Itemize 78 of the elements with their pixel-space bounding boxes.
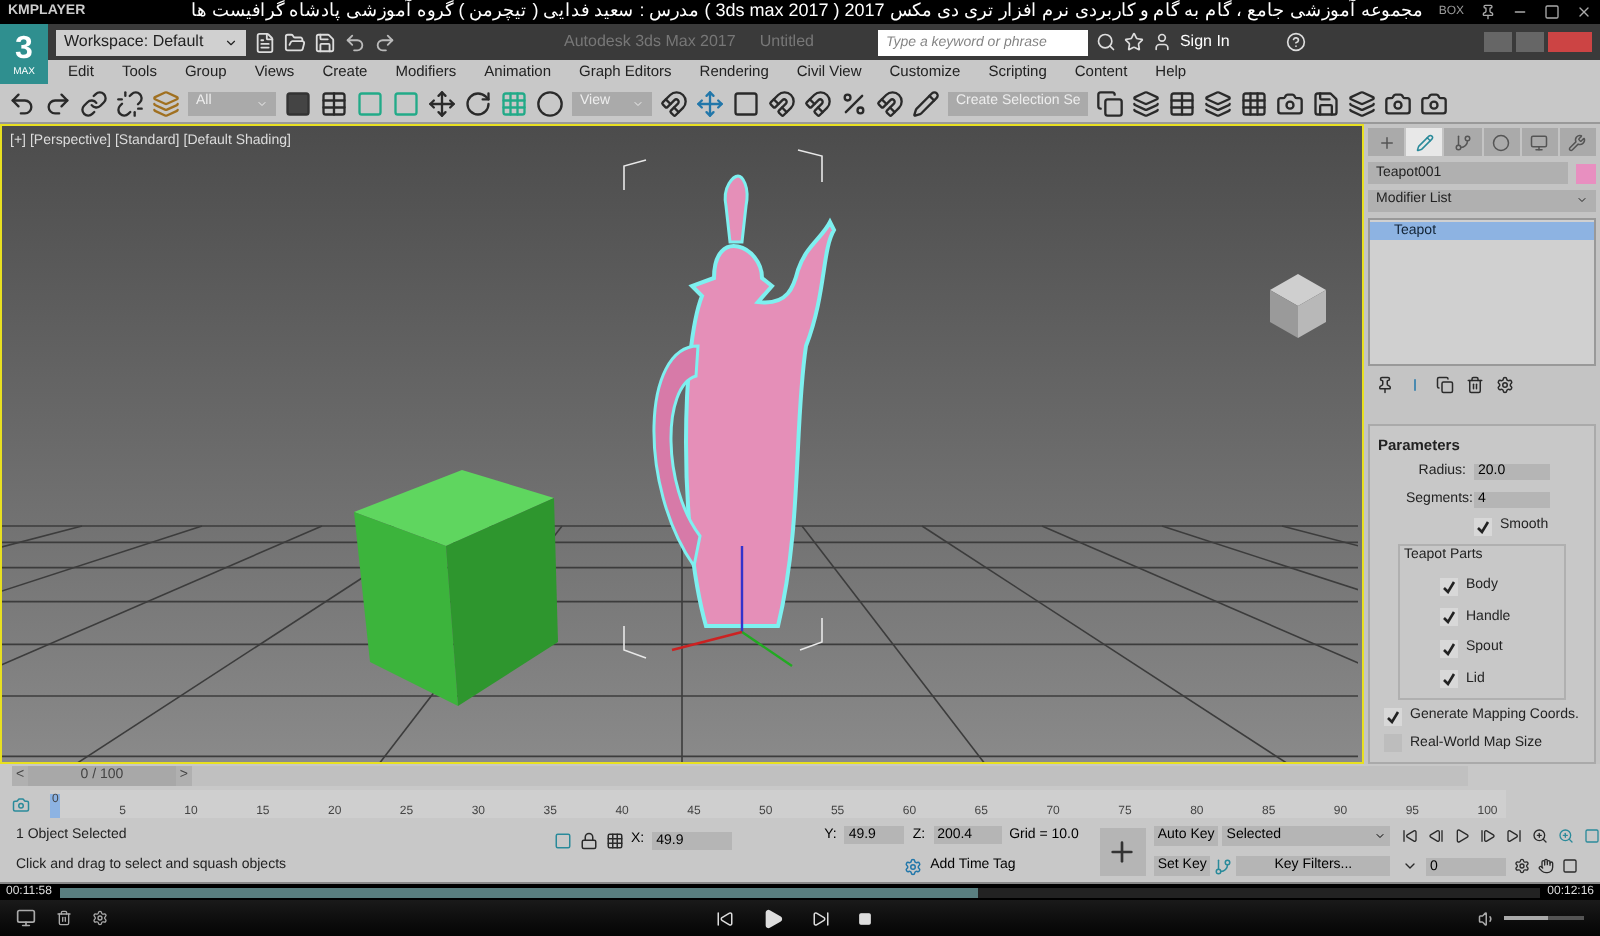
rotate-icon[interactable] (464, 89, 492, 117)
checkbox[interactable] (1440, 639, 1458, 658)
display-tab-icon (1530, 133, 1549, 151)
volume-icon[interactable] (1478, 909, 1496, 927)
modify-tab-icon (1415, 133, 1434, 151)
workspace-label: Workspace: Default (64, 30, 204, 54)
time-configuration-icon[interactable] (1514, 858, 1531, 874)
checkbox[interactable] (1440, 670, 1458, 689)
pan-icon[interactable] (1538, 858, 1555, 874)
snap-icon[interactable] (660, 89, 688, 117)
next-frame-icon[interactable] (1480, 827, 1497, 843)
undo-icon[interactable] (344, 31, 366, 53)
maximize-icon[interactable] (1544, 4, 1560, 20)
create-tab-icon (1377, 133, 1396, 151)
command-panel-tab[interactable] (1521, 128, 1558, 156)
time-tag-icon[interactable] (904, 857, 923, 876)
settings-icon[interactable] (92, 910, 108, 926)
select-by-name-icon[interactable] (320, 89, 348, 117)
search-icon[interactable] (1095, 32, 1116, 52)
sign-in-link[interactable]: Sign In (1179, 30, 1230, 54)
previous-frame-icon[interactable] (1428, 827, 1445, 843)
select-icon[interactable] (284, 89, 312, 117)
key-mode-toggle-icon[interactable] (1402, 858, 1419, 874)
angle-snap-icon[interactable] (804, 89, 832, 117)
document-title: Untitled (759, 30, 814, 54)
remove-modifier-icon[interactable] (1466, 375, 1484, 394)
set-key-mode-button[interactable] (1099, 827, 1146, 875)
next-icon[interactable] (811, 909, 829, 927)
stop-icon[interactable] (857, 911, 871, 925)
star-icon[interactable] (1123, 32, 1144, 52)
help-icon[interactable] (1285, 32, 1306, 52)
pin-stack-icon[interactable] (1376, 375, 1394, 394)
open-folder-icon[interactable] (284, 31, 306, 53)
command-panel-tab[interactable] (1483, 128, 1520, 156)
checkbox[interactable] (1440, 608, 1458, 627)
logo-number: 3 (15, 31, 33, 67)
link-icon[interactable] (80, 89, 108, 117)
command-panel-tab[interactable] (1559, 128, 1597, 156)
object-color-swatch[interactable] (1576, 163, 1596, 183)
checkbox[interactable] (1474, 517, 1492, 536)
close-icon[interactable] (1576, 4, 1592, 20)
utilities-tab-icon (1568, 133, 1587, 151)
layer-explorer-icon[interactable] (1168, 89, 1196, 117)
percent-snap-icon[interactable] (840, 89, 868, 117)
redo-icon[interactable] (374, 31, 396, 53)
redo-icon[interactable] (44, 89, 72, 117)
edit-named-selection-icon[interactable] (912, 89, 940, 117)
spinner-snap-icon[interactable] (876, 89, 904, 117)
lock-icon[interactable] (579, 831, 598, 850)
checkbox[interactable] (1384, 707, 1402, 726)
go-to-end-icon[interactable] (1506, 827, 1523, 843)
snaps-toggle-icon[interactable] (768, 89, 796, 117)
move-icon[interactable] (428, 89, 456, 117)
checkbox[interactable] (1440, 577, 1458, 596)
zoom-icon[interactable] (1532, 827, 1549, 843)
play-icon[interactable] (1454, 827, 1471, 843)
undo-icon[interactable] (8, 89, 36, 117)
user-icon[interactable] (1151, 32, 1172, 52)
previous-icon[interactable] (715, 909, 733, 927)
video-title: مجموعه آموزشی جامع ، گام به گام و کاربردی نرم افزار تری دی مکس 2017 ( 3ds max 2017 ) مدرس : سعید فدایی ( تیچرمن ) گروه آموزشی پادشاه گرافیست ها (189, 0, 1423, 25)
render-icon[interactable] (1420, 89, 1448, 117)
pin-icon[interactable] (1480, 4, 1496, 20)
go-to-start-icon[interactable] (1402, 827, 1419, 843)
make-unique-icon[interactable] (1436, 375, 1454, 394)
configure-icon[interactable] (1496, 375, 1514, 394)
command-panel-tab[interactable] (1406, 128, 1443, 156)
unlink-icon[interactable] (116, 89, 144, 117)
seek-bar[interactable] (59, 887, 1540, 897)
motion-tab-icon (1492, 133, 1511, 151)
save-icon[interactable] (314, 31, 336, 53)
new-file-icon[interactable] (254, 31, 276, 53)
view-cube-icon[interactable] (1270, 274, 1326, 338)
app-title: Autodesk 3ds Max 2017 (564, 30, 736, 54)
mirror-icon[interactable] (1096, 89, 1124, 117)
workspace-dropdown[interactable]: Workspace: Default (56, 29, 246, 55)
command-panel-tab[interactable] (1444, 128, 1482, 156)
command-panel-tab[interactable] (1368, 128, 1405, 156)
hierarchy-tab-icon (1453, 133, 1472, 151)
